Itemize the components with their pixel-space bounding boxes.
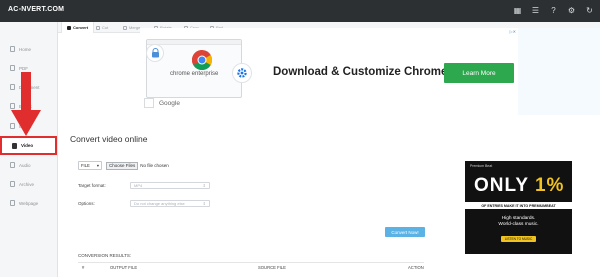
ad-only-text: ONLY xyxy=(474,175,535,196)
convert-now-button[interactable]: Convert Now! xyxy=(385,227,425,237)
ad-percent: 1% xyxy=(534,175,565,196)
tab-merge[interactable]: Merge xyxy=(123,22,140,33)
list-icon[interactable]: ☰ xyxy=(531,5,540,17)
sidebar-item-label: Home xyxy=(19,46,32,52)
target-format-label: Target format: xyxy=(78,183,106,188)
sidebar: Home PDF Document Ebook Image Video Audi… xyxy=(0,22,58,277)
sidebar-item-video[interactable]: Video xyxy=(0,136,57,155)
pdf-icon xyxy=(10,65,15,71)
ad-headline: Download & Customize Chrome xyxy=(273,66,448,78)
top-icons: ▦ ☰ ? ⚙ ↻ xyxy=(513,5,594,17)
chevron-down-icon: ▾ xyxy=(96,163,99,168)
target-format-row: Target format: MP4 ⇕ xyxy=(78,182,210,189)
tab-convert[interactable]: Convert xyxy=(61,22,95,33)
site-logo[interactable]: AC▫NVERT.COM xyxy=(8,6,64,13)
refresh-icon[interactable]: ↻ xyxy=(585,5,594,17)
merge-icon xyxy=(123,25,127,30)
ad-banner-background xyxy=(518,28,600,115)
options-value: Do not change anything else xyxy=(134,201,185,206)
options-select[interactable]: Do not change anything else ⇕ xyxy=(130,200,210,207)
sidebar-item-label: Webpage xyxy=(19,200,39,206)
results-table-header: # OUTPUT FILE SOURCE FILE ACTION xyxy=(78,262,424,270)
sidebar-item-label: Video xyxy=(21,143,34,148)
ad-subtitle-line: World-class music. xyxy=(498,222,539,227)
chevron-down-icon: ⇕ xyxy=(202,201,206,206)
options-label: Options: xyxy=(78,201,95,206)
sidebar-item-webpage[interactable]: Webpage xyxy=(0,195,57,211)
column-header: ACTION xyxy=(408,265,424,270)
home-icon xyxy=(10,46,15,52)
ad-choices-icon[interactable]: ▷✕ xyxy=(510,29,516,34)
cut-icon xyxy=(96,25,100,30)
settings-icon[interactable]: ⚙ xyxy=(567,5,576,17)
learn-more-button[interactable]: Learn More xyxy=(444,63,514,83)
chrome-ad-banner[interactable]: ▷✕ chrome enterprise Download & Customiz… xyxy=(140,28,518,115)
ad-strip: OF ENTRIES MAKE IT INTO PREMIUMBEAT xyxy=(465,202,572,209)
column-header: # xyxy=(82,265,85,270)
advertiser-name: Google xyxy=(159,99,180,107)
advertiser-row: Google xyxy=(144,98,180,108)
ad-brand: Premium Beat xyxy=(470,164,493,168)
target-format-value: MP4 xyxy=(134,183,143,188)
file-source-select[interactable]: FILE ▾ xyxy=(78,161,102,170)
advertiser-logo xyxy=(144,98,154,108)
file-source-value: FILE xyxy=(81,163,90,168)
tab-label: Merge xyxy=(129,25,141,30)
sidebar-item-audio[interactable]: Audio xyxy=(0,157,57,173)
results-title: CONVERSION RESULTS: xyxy=(78,253,132,258)
video-icon xyxy=(12,142,17,149)
page-title: Convert video online xyxy=(70,134,148,144)
lock-icon xyxy=(146,44,164,62)
convert-icon xyxy=(67,25,71,30)
tab-cut[interactable]: Cut xyxy=(96,22,108,33)
column-header: SOURCE FILE xyxy=(258,265,286,270)
sidebar-item-home[interactable]: Home xyxy=(0,41,57,57)
sidebar-item-label: PDF xyxy=(19,65,28,71)
tab-label: Cut xyxy=(102,25,109,30)
red-arrow-icon xyxy=(11,72,41,136)
sidebar-item-label: Archive xyxy=(19,181,35,187)
file-input-row: FILE ▾ Choose Files No file chosen xyxy=(78,161,169,170)
listen-to-music-button[interactable]: LISTEN TO MUSIC xyxy=(501,236,536,242)
archive-icon xyxy=(10,181,15,187)
tab-label: Convert xyxy=(73,25,89,30)
help-icon[interactable]: ? xyxy=(549,5,558,17)
sidebar-item-label: Audio xyxy=(19,162,31,168)
column-header: OUTPUT FILE xyxy=(110,265,138,270)
chevron-down-icon: ⇕ xyxy=(202,183,206,188)
no-file-label: No file chosen xyxy=(140,163,169,168)
gear-icon xyxy=(232,63,252,83)
sidebar-item-archive[interactable]: Archive xyxy=(0,176,57,192)
webpage-icon xyxy=(10,200,15,206)
chrome-logo-icon xyxy=(192,50,212,70)
choose-files-button[interactable]: Choose Files xyxy=(106,161,139,170)
premiumbeat-ad[interactable]: Premium Beat ONLY 1% OF ENTRIES MAKE IT … xyxy=(465,161,572,254)
chrome-enterprise-label: chrome enterprise xyxy=(170,71,219,77)
options-row: Options: Do not change anything else ⇕ xyxy=(78,200,210,207)
top-bar: AC▫NVERT.COM ▦ ☰ ? ⚙ ↻ xyxy=(0,0,600,22)
grid-icon[interactable]: ▦ xyxy=(513,5,522,17)
ad-subtitle: High standards. World-class music. xyxy=(465,216,572,228)
target-format-select[interactable]: MP4 ⇕ xyxy=(130,182,210,189)
ad-headline: ONLY 1% xyxy=(474,175,564,197)
audio-icon xyxy=(10,162,15,168)
